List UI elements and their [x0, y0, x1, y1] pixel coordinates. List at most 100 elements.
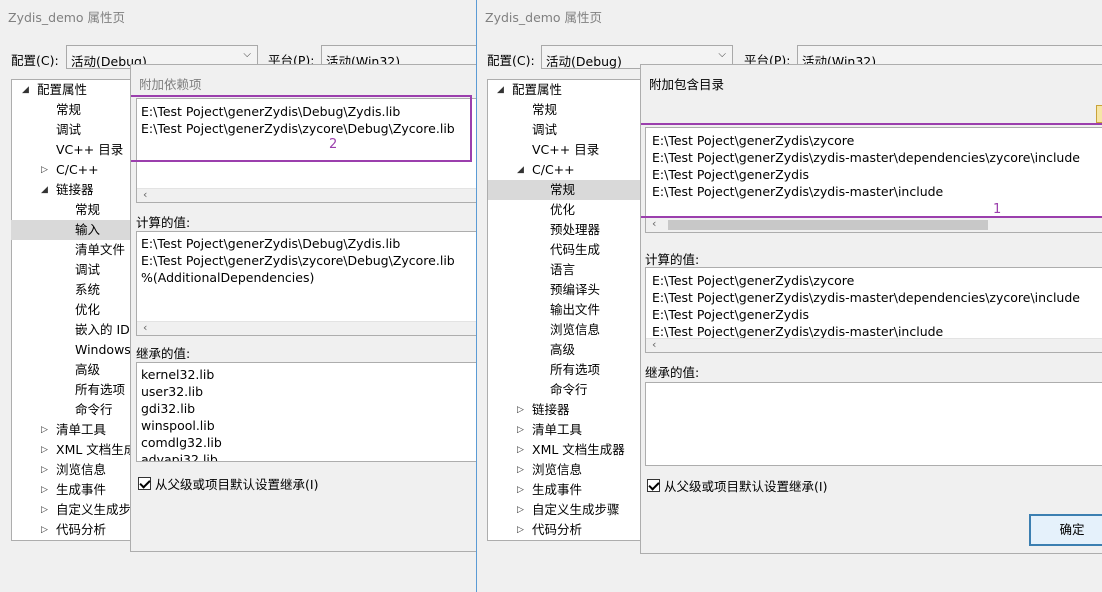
tree-item[interactable]: 自定义生成步骤 — [56, 500, 136, 520]
tree-item-label: 预处理器 — [550, 222, 601, 237]
tree-item[interactable]: 高级 — [550, 340, 575, 360]
collapsed-arrow-icon[interactable]: ▷ — [41, 460, 48, 480]
collapsed-arrow-icon[interactable]: ▷ — [41, 500, 48, 520]
tree-item[interactable]: 命令行 — [75, 400, 113, 420]
tree-item-label: 高级 — [75, 362, 101, 377]
inherited-line: kernel32.lib — [141, 367, 215, 382]
tree-item[interactable]: 调试 — [75, 260, 100, 280]
tree-item[interactable]: 生成事件 — [56, 480, 106, 500]
tree-item[interactable]: 常规 — [56, 100, 81, 120]
tree-item[interactable]: XML 文档生成器 — [56, 440, 136, 460]
tree-item[interactable]: 清单工具 — [532, 420, 582, 440]
collapsed-arrow-icon[interactable]: ▷ — [517, 460, 524, 480]
computed-lines: E:\Test Poject\generZydis\zycore E:\Test… — [652, 272, 1080, 340]
collapsed-arrow-icon[interactable]: ▷ — [517, 520, 524, 540]
tree-item[interactable]: 常规 — [488, 180, 646, 200]
tree-item[interactable]: 所有选项 — [550, 360, 600, 380]
tree-item[interactable]: 清单工具 — [56, 420, 106, 440]
scroll-left-icon[interactable]: ‹ — [652, 217, 656, 230]
ok-button[interactable]: 确定 — [1029, 514, 1102, 546]
tree-item[interactable]: 预处理器 — [550, 220, 600, 240]
tree-item-label: 浏览信息 — [532, 462, 583, 477]
collapsed-arrow-icon[interactable]: ▷ — [41, 160, 48, 180]
tree-item[interactable]: 优化 — [75, 300, 100, 320]
tree-item[interactable]: 浏览信息 — [56, 460, 106, 480]
tree-item[interactable]: 代码分析 — [56, 520, 106, 540]
tree-item[interactable]: 调试 — [56, 120, 81, 140]
right-config-label: 配置(C): — [487, 53, 535, 68]
horizontal-scrollbar[interactable]: ‹ — [137, 321, 476, 335]
horizontal-scrollbar[interactable]: ‹ — [646, 338, 1102, 352]
tree-item[interactable]: VC++ 目录 — [56, 140, 123, 160]
tree-item[interactable]: 调试 — [532, 120, 557, 140]
computed-values-box: E:\Test Poject\generZydis\Debug\Zydis.li… — [136, 231, 476, 336]
expanded-arrow-icon[interactable]: ◢ — [41, 180, 48, 200]
tree-item-label: Windows 元数据 — [75, 342, 136, 357]
collapsed-arrow-icon[interactable]: ▷ — [517, 500, 524, 520]
additional-include-dirs-dialog: 附加包含目录 E:\Test Poject\generZydis\zycore … — [640, 64, 1102, 554]
left-nav-tree: ◢ 配置属性 常规 调试 VC++ 目录 ▷ C/C++ ◢ 链接器 常规 输入 清单文件 调试 系统 优化… — [11, 80, 136, 540]
tree-item[interactable]: 生成事件 — [532, 480, 582, 500]
checkbox-checked-icon[interactable] — [647, 479, 660, 492]
expanded-arrow-icon[interactable]: ◢ — [517, 160, 524, 180]
tree-item-label: VC++ 目录 — [56, 142, 124, 157]
tree-item[interactable]: 常规 — [532, 100, 557, 120]
collapsed-arrow-icon[interactable]: ▷ — [517, 480, 524, 500]
tree-item[interactable]: 链接器 — [532, 400, 570, 420]
chevron-down-icon: ⌵ — [243, 49, 251, 60]
scroll-left-icon[interactable]: ‹ — [652, 338, 656, 351]
tree-item[interactable]: XML 文档生成器 — [532, 440, 625, 460]
tree-item[interactable]: 链接器 — [56, 180, 94, 200]
tree-item[interactable]: 系统 — [75, 280, 100, 300]
tree-item[interactable]: C/C++ — [532, 160, 575, 180]
collapsed-arrow-icon[interactable]: ▷ — [41, 440, 48, 460]
collapsed-arrow-icon[interactable]: ▷ — [517, 440, 524, 460]
scroll-left-icon[interactable]: ‹ — [143, 321, 147, 334]
collapsed-arrow-icon[interactable]: ▷ — [41, 480, 48, 500]
collapsed-arrow-icon[interactable]: ▷ — [41, 420, 48, 440]
tree-item-label: 语言 — [550, 262, 576, 277]
tree-item-label: 配置属性 — [37, 82, 88, 97]
folder-icon[interactable] — [1096, 105, 1102, 123]
tree-item-label: 代码分析 — [532, 522, 583, 537]
checkbox-checked-icon[interactable] — [138, 477, 151, 490]
right-config-value: 活动(Debug) — [546, 54, 622, 69]
tree-item[interactable]: 常规 — [75, 200, 100, 220]
expanded-arrow-icon[interactable]: ◢ — [22, 80, 29, 100]
tree-item[interactable]: 自定义生成步骤 — [532, 500, 620, 520]
tree-item[interactable]: 清单文件 — [75, 240, 125, 260]
tree-item[interactable]: 输出文件 — [550, 300, 600, 320]
collapsed-arrow-icon[interactable]: ▷ — [517, 420, 524, 440]
tree-item[interactable]: 代码生成 — [550, 240, 600, 260]
tree-item[interactable]: VC++ 目录 — [532, 140, 599, 160]
expanded-arrow-icon[interactable]: ◢ — [497, 80, 504, 100]
computed-line: E:\Test Poject\generZydis\zydis-master\d… — [652, 290, 1080, 305]
horizontal-scrollbar[interactable]: ‹ — [137, 188, 476, 202]
tree-item[interactable]: 嵌入的 IDL — [75, 320, 136, 340]
computed-line: E:\Test Poject\generZydis — [652, 307, 810, 322]
tree-item[interactable]: 语言 — [550, 260, 575, 280]
horizontal-scrollbar[interactable]: ‹ — [646, 217, 1102, 232]
tree-item[interactable]: C/C++ — [56, 160, 99, 180]
tree-item[interactable]: 代码分析 — [532, 520, 582, 540]
tree-item[interactable]: 配置属性 — [512, 80, 562, 100]
tree-item[interactable]: 配置属性 — [37, 80, 87, 100]
tree-item[interactable]: 浏览信息 — [550, 320, 600, 340]
annotation-number: 2 — [329, 137, 338, 152]
tree-item[interactable]: Windows 元数据 — [75, 340, 136, 360]
scroll-left-icon[interactable]: ‹ — [143, 188, 147, 201]
tree-item[interactable]: 优化 — [550, 200, 575, 220]
tree-item[interactable]: 高级 — [75, 360, 100, 380]
inherit-checkbox[interactable]: 从父级或项目默认设置继承(I) — [138, 474, 318, 493]
tree-item[interactable]: 命令行 — [550, 380, 588, 400]
tree-item[interactable]: 浏览信息 — [532, 460, 582, 480]
tree-item[interactable]: 输入 — [11, 220, 136, 240]
tree-item[interactable]: 所有选项 — [75, 380, 125, 400]
collapsed-arrow-icon[interactable]: ▷ — [41, 520, 48, 540]
inherit-checkbox[interactable]: 从父级或项目默认设置继承(I) — [647, 476, 827, 495]
inherited-lines: kernel32.lib user32.lib gdi32.lib winspo… — [141, 366, 222, 461]
collapsed-arrow-icon[interactable]: ▷ — [517, 400, 524, 420]
scrollbar-thumb[interactable] — [668, 220, 988, 230]
tree-item-label: 预编译头 — [550, 282, 601, 297]
tree-item[interactable]: 预编译头 — [550, 280, 600, 300]
